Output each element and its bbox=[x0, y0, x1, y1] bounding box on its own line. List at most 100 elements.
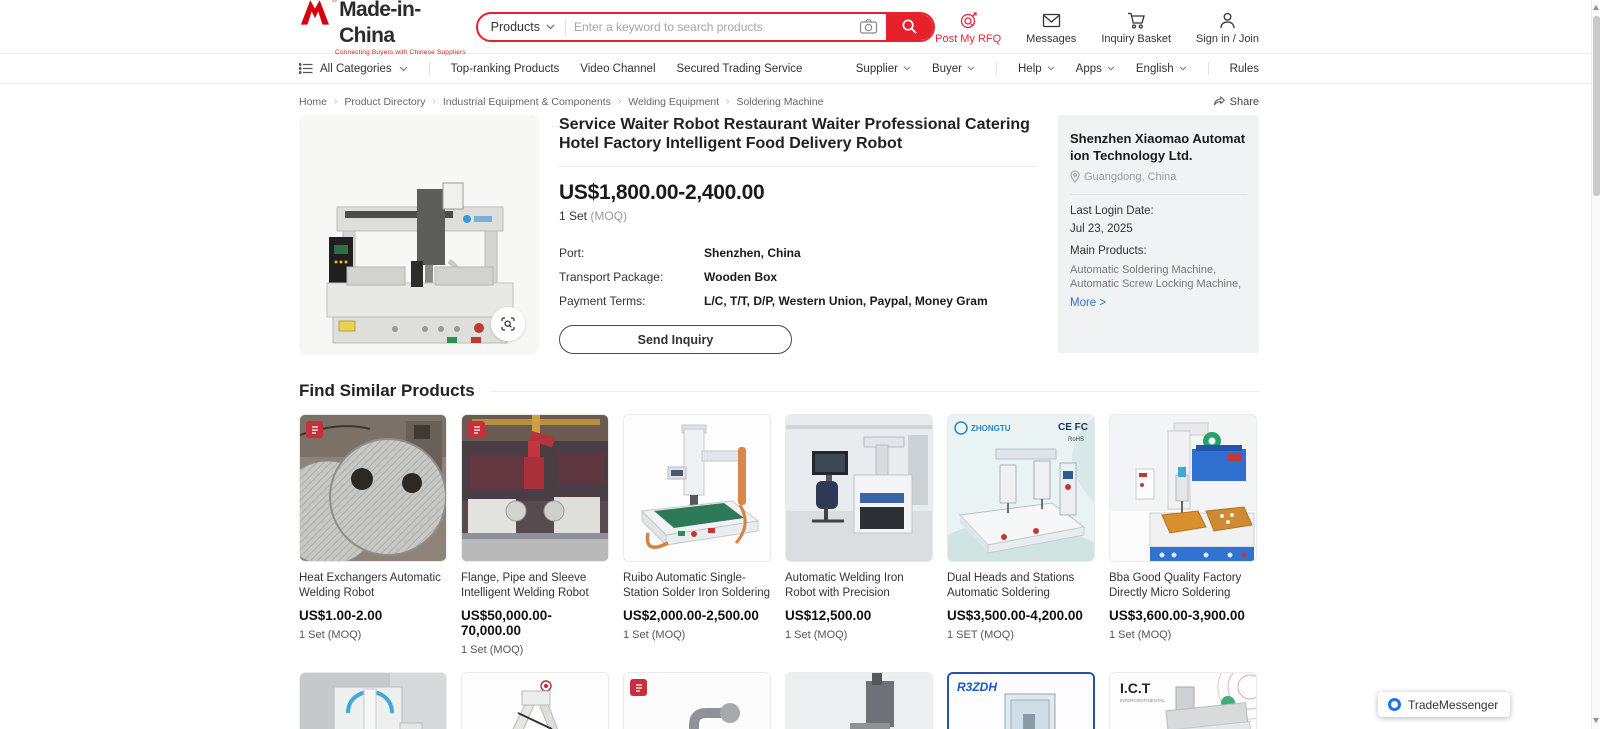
product-card-title: Bba Good Quality Factory Directly Micro … bbox=[1109, 571, 1257, 601]
scrollbar[interactable] bbox=[1591, 0, 1600, 729]
product-main-image[interactable] bbox=[299, 115, 539, 355]
product-card-10[interactable] bbox=[785, 672, 933, 729]
supplier-seal-badge-icon bbox=[306, 421, 323, 438]
ict-logo-text: I.C.T bbox=[1120, 680, 1151, 696]
product-card-image: ZHONGTU CE FC RoHS bbox=[947, 414, 1095, 562]
product-attributes: Port: Shenzhen, China Transport Package:… bbox=[559, 246, 1035, 308]
nav-language-menu[interactable]: English bbox=[1136, 63, 1187, 75]
supplier-more-link[interactable]: More > bbox=[1070, 297, 1247, 309]
chevron-down-icon bbox=[967, 66, 975, 71]
supplier-name[interactable]: Shenzhen Xiaomao Automation Technology L… bbox=[1070, 130, 1247, 164]
nav-apps-label: Apps bbox=[1076, 63, 1102, 75]
product-card-12[interactable]: I.C.T INTERCONTINENTAL bbox=[1109, 672, 1257, 729]
product-card-moq: 1 Set (MOQ) bbox=[623, 629, 771, 641]
product-card-image bbox=[785, 414, 933, 562]
breadcrumb: Home Product Directory Industrial Equipm… bbox=[0, 95, 1600, 108]
attr-value: Wooden Box bbox=[704, 270, 777, 284]
search-category-dropdown[interactable]: Products bbox=[478, 20, 565, 34]
product-card-price: US$3,600.00-3,900.00 bbox=[1109, 608, 1257, 623]
breadcrumb-separator bbox=[432, 96, 435, 107]
product-card-7[interactable] bbox=[299, 672, 447, 729]
scrollbar-down-arrow[interactable] bbox=[1593, 718, 1599, 723]
nav-language-label: English bbox=[1136, 63, 1174, 75]
machine-head-photo bbox=[786, 673, 933, 729]
nav-top-ranking-products[interactable]: Top-ranking Products bbox=[451, 63, 560, 75]
product-card-price: US$3,500.00-4,200.00 bbox=[947, 608, 1095, 623]
product-card-8[interactable] bbox=[461, 672, 609, 729]
breadcrumb-home[interactable]: Home bbox=[299, 96, 327, 108]
ce-fc-cert-text: CE FC bbox=[1058, 422, 1088, 433]
search-category-label: Products bbox=[491, 20, 540, 34]
header-actions: Post My RFQ Messages Inquiry Basket Sign… bbox=[935, 8, 1259, 45]
divider bbox=[559, 166, 1035, 167]
welding-iron-robot-photo bbox=[786, 415, 933, 562]
product-card-moq: 1 SET (MOQ) bbox=[947, 629, 1095, 641]
product-card-price: US$50,000.00-70,000.00 bbox=[461, 608, 609, 638]
inquiry-basket-button[interactable]: Inquiry Basket bbox=[1101, 11, 1171, 45]
product-card-image: I.C.T INTERCONTINENTAL bbox=[1109, 672, 1257, 729]
product-card-title: Dual Heads and Stations Automatic Solder… bbox=[947, 571, 1095, 601]
product-card-4[interactable]: Automatic Welding Iron Robot with Precis… bbox=[785, 414, 933, 656]
nav-buyer-label: Buyer bbox=[932, 63, 962, 75]
ict-logo-subtext: INTERCONTINENTAL bbox=[1120, 698, 1165, 703]
rbzdh-logo-text: R3ZDH bbox=[957, 680, 997, 694]
attr-value: L/C, T/T, D/P, Western Union, Paypal, Mo… bbox=[704, 294, 988, 308]
product-card-moq: 1 Set (MOQ) bbox=[299, 629, 447, 641]
send-inquiry-button[interactable]: Send Inquiry bbox=[559, 325, 792, 354]
product-info: Service Waiter Robot Restaurant Waiter P… bbox=[559, 115, 1035, 354]
scrollbar-thumb[interactable] bbox=[1593, 16, 1600, 196]
site-logo[interactable]: ® Made-in-China Connecting Buyers with C… bbox=[299, 0, 476, 56]
chevron-down-icon bbox=[1179, 66, 1187, 71]
product-card-image bbox=[461, 414, 609, 562]
product-card-2[interactable]: Flange, Pipe and Sleeve Intelligent Weld… bbox=[461, 414, 609, 656]
product-card-6[interactable]: Bba Good Quality Factory Directly Micro … bbox=[1109, 414, 1257, 656]
heading-rule bbox=[491, 391, 1259, 392]
attr-value: Shenzhen, China bbox=[704, 246, 801, 260]
nav-secured-trading-service[interactable]: Secured Trading Service bbox=[677, 63, 803, 75]
sign-in-join-label: Sign in / Join bbox=[1196, 33, 1259, 45]
post-my-rfq-button[interactable]: Post My RFQ bbox=[935, 11, 1001, 45]
scrollbar-up-arrow[interactable] bbox=[1593, 5, 1599, 10]
messages-label: Messages bbox=[1026, 33, 1076, 45]
nav-supplier-menu[interactable]: Supplier bbox=[856, 63, 911, 75]
image-search-camera-icon[interactable] bbox=[859, 17, 878, 36]
product-card-1[interactable]: Heat Exchangers Automatic Welding Robot … bbox=[299, 414, 447, 656]
header: ® Made-in-China Connecting Buyers with C… bbox=[0, 0, 1600, 53]
product-card-title: Flange, Pipe and Sleeve Intelligent Weld… bbox=[461, 571, 609, 601]
nav-video-channel[interactable]: Video Channel bbox=[580, 63, 655, 75]
share-button[interactable]: Share bbox=[1213, 95, 1259, 108]
product-card-price: US$12,500.00 bbox=[785, 608, 933, 623]
nav-apps-menu[interactable]: Apps bbox=[1076, 63, 1115, 75]
main-products-value: Automatic Soldering Machine, Automatic S… bbox=[1070, 263, 1247, 291]
dual-head-soldering-photo: ZHONGTU CE FC RoHS bbox=[948, 415, 1095, 562]
product-card-moq: 1 Set (MOQ) bbox=[1109, 629, 1257, 641]
nav-rules[interactable]: Rules bbox=[1230, 63, 1259, 75]
search-button[interactable] bbox=[886, 12, 933, 42]
main-products-label: Main Products: bbox=[1070, 245, 1247, 257]
logo-reg-mark: ® bbox=[332, 0, 337, 4]
breadcrumb-welding-equipment[interactable]: Welding Equipment bbox=[628, 96, 719, 108]
breadcrumb-product-directory[interactable]: Product Directory bbox=[344, 96, 425, 108]
product-card-3[interactable]: Ruibo Automatic Single-Station Solder Ir… bbox=[623, 414, 771, 656]
trade-messenger-widget[interactable]: TradeMessenger bbox=[1378, 692, 1510, 717]
image-zoom-search-button[interactable] bbox=[491, 307, 525, 341]
product-card-9[interactable] bbox=[623, 672, 771, 729]
location-pin-icon bbox=[1070, 170, 1080, 183]
product-card-image bbox=[623, 414, 771, 562]
breadcrumb-separator bbox=[726, 96, 729, 107]
breadcrumb-separator bbox=[618, 96, 621, 107]
search-input[interactable] bbox=[566, 20, 859, 34]
nav-supplier-label: Supplier bbox=[856, 63, 898, 75]
main-nav: All Categories Top-ranking Products Vide… bbox=[0, 53, 1600, 84]
zoom-search-icon bbox=[499, 315, 517, 333]
product-card-5[interactable]: ZHONGTU CE FC RoHS bbox=[947, 414, 1095, 656]
messages-button[interactable]: Messages bbox=[1026, 11, 1076, 45]
all-categories-menu[interactable]: All Categories bbox=[299, 63, 408, 75]
sign-in-join-button[interactable]: Sign in / Join bbox=[1196, 11, 1259, 45]
nav-help-menu[interactable]: Help bbox=[1018, 63, 1055, 75]
nav-buyer-menu[interactable]: Buyer bbox=[932, 63, 975, 75]
breadcrumb-industrial-equipment[interactable]: Industrial Equipment & Components bbox=[443, 96, 611, 108]
product-card-11-highlighted[interactable]: R3ZDH bbox=[947, 672, 1095, 729]
micro-soldering-tools-photo bbox=[1110, 415, 1257, 562]
product-moq: 1 Set (MOQ) bbox=[559, 209, 1035, 223]
